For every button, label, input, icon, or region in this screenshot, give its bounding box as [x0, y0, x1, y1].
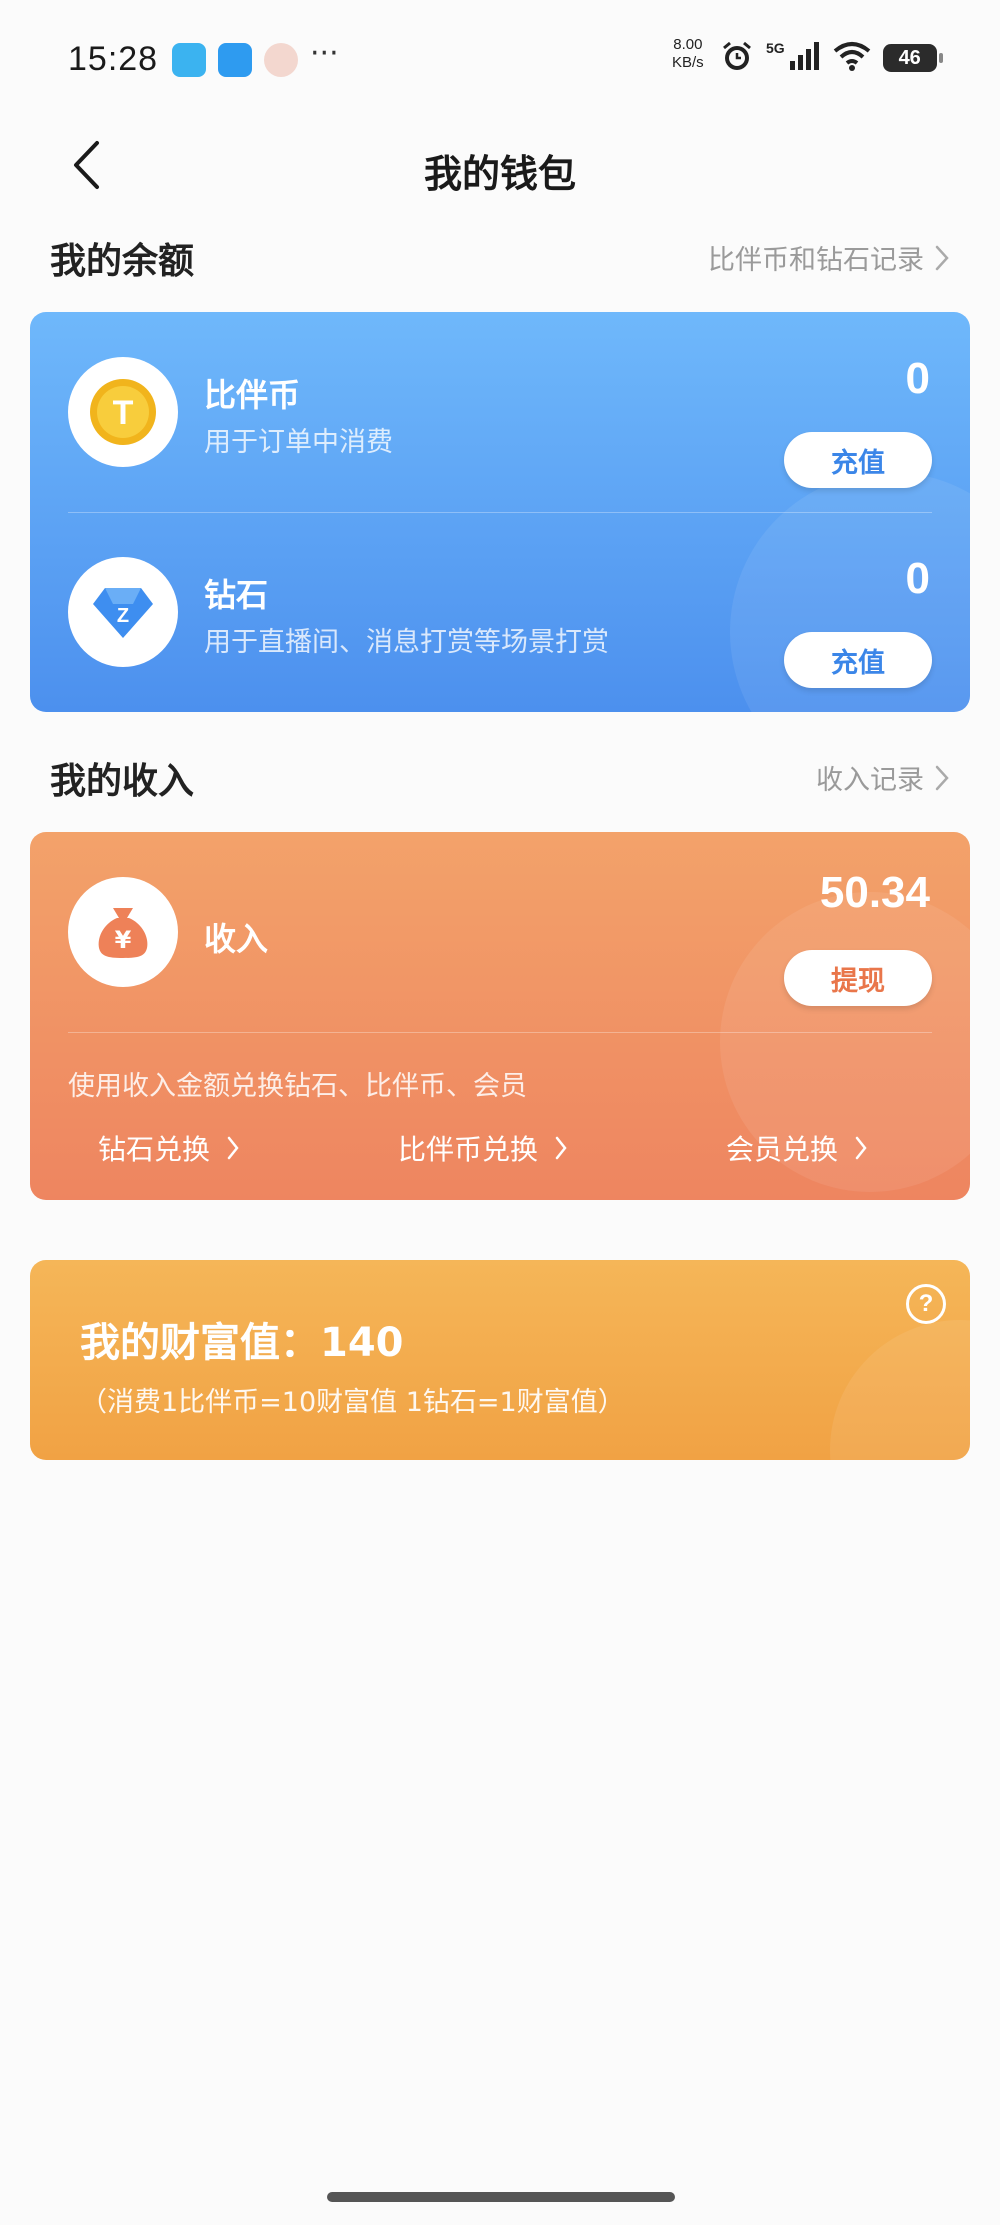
coin-recharge-button[interactable]: 充值 — [784, 432, 932, 488]
status-bar: 15:28 ··· 8.00 KB/s 5G 46 — [0, 0, 1000, 120]
coin-exchange-label: 比伴币兑换 — [398, 1133, 539, 1166]
income-card: ¥ 收入 50.34 提现 使用收入金额兑换钻石、比伴币、会员 钻石兑换 比伴币… — [30, 832, 970, 1200]
network-type: 5G — [766, 40, 785, 56]
income-section-header: 我的收入 收入记录 — [50, 746, 950, 806]
signal-icon — [789, 41, 821, 75]
diamond-icon-circle: Z — [68, 557, 178, 667]
money-bag-icon: ¥ — [98, 908, 148, 958]
income-title: 收入 — [204, 920, 269, 958]
network-speed-value: 8.00 — [673, 36, 703, 53]
status-time: 15:28 — [68, 40, 159, 78]
coin-exchange-link[interactable]: 比伴币兑换 — [398, 1128, 568, 1168]
chevron-right-icon — [935, 245, 949, 270]
svg-text:T: T — [113, 394, 134, 432]
balance-card: T 比伴币 用于订单中消费 0 充值 Z 钻石 用于直播间、消息打赏等场景打赏 … — [30, 312, 970, 712]
income-icon-circle: ¥ — [68, 877, 178, 987]
balance-section-title: 我的余额 — [50, 241, 195, 282]
diamond-exchange-link[interactable]: 钻石兑换 — [98, 1128, 240, 1168]
diamond-exchange-label: 钻石兑换 — [98, 1133, 211, 1166]
avatar-app-icon — [264, 43, 298, 77]
diamond-balance-value: 0 — [905, 554, 930, 603]
status-icons: 5G 46 — [720, 38, 943, 78]
chevron-right-icon — [935, 765, 949, 790]
diamond-row: Z 钻石 用于直播间、消息打赏等场景打赏 0 充值 — [30, 512, 970, 712]
coin-diamond-record-link[interactable]: 比伴币和钻石记录 — [708, 238, 950, 277]
coin-balance-value: 0 — [905, 354, 930, 403]
coin-description: 用于订单中消费 — [204, 427, 393, 458]
chevron-right-icon — [555, 1136, 567, 1160]
coin-icon: T — [90, 379, 156, 445]
member-exchange-link[interactable]: 会员兑换 — [726, 1128, 868, 1168]
network-speed: 8.00 KB/s — [672, 36, 704, 72]
coin-title: 比伴币 — [204, 376, 301, 414]
withdraw-button[interactable]: 提现 — [784, 950, 932, 1006]
exchange-hint: 使用收入金额兑换钻石、比伴币、会员 — [68, 1071, 527, 1102]
svg-text:¥: ¥ — [115, 926, 132, 954]
coin-row: T 比伴币 用于订单中消费 0 充值 — [30, 312, 970, 512]
alarm-icon — [720, 39, 754, 77]
wealth-card: 我的财富值：140 （消费1比伴币=10财富值 1钻石=1财富值） ? — [30, 1260, 970, 1460]
income-record-link[interactable]: 收入记录 — [816, 758, 950, 797]
diamond-description: 用于直播间、消息打赏等场景打赏 — [204, 627, 609, 658]
chevron-right-icon — [855, 1136, 867, 1160]
wifi-icon — [833, 41, 871, 75]
income-divider — [68, 1032, 932, 1033]
app-notification-icon — [172, 43, 206, 77]
svg-text:Z: Z — [117, 605, 129, 627]
page-title: 我的钱包 — [423, 152, 576, 196]
diamond-title: 钻石 — [204, 576, 269, 614]
nav-bar: 我的钱包 — [0, 125, 1000, 215]
battery-indicator: 46 — [882, 44, 943, 72]
more-notifications-icon: ··· — [310, 36, 339, 71]
balance-section-header: 我的余额 比伴币和钻石记录 — [50, 226, 950, 286]
network-speed-unit: KB/s — [672, 54, 704, 71]
coin-icon-circle: T — [68, 357, 178, 467]
coin-diamond-record-label: 比伴币和钻石记录 — [708, 245, 924, 276]
member-exchange-label: 会员兑换 — [726, 1133, 839, 1166]
home-indicator[interactable] — [327, 2192, 675, 2202]
cloud-app-icon — [218, 43, 252, 77]
wealth-rule-note: （消费1比伴币=10财富值 1钻石=1财富值） — [80, 1387, 625, 1418]
wealth-value-title: 我的财富值：140 — [80, 1320, 404, 1366]
chevron-right-icon — [227, 1136, 239, 1160]
income-record-label: 收入记录 — [816, 765, 924, 796]
income-value: 50.34 — [819, 868, 930, 917]
card-watermark — [830, 1320, 970, 1460]
question-help-icon[interactable]: ? — [906, 1284, 946, 1324]
diamond-icon: Z — [93, 588, 153, 638]
diamond-recharge-button[interactable]: 充值 — [784, 632, 932, 688]
income-section-title: 我的收入 — [50, 761, 195, 802]
